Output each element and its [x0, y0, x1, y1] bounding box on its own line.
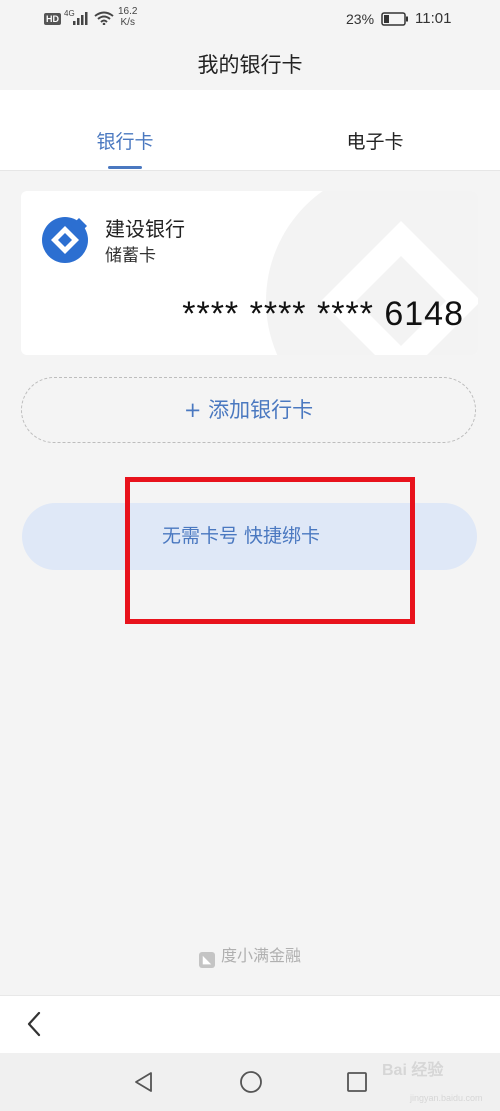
- signal-icon: [73, 12, 88, 25]
- bottom-toolbar: [0, 995, 500, 1054]
- tab-bank-card[interactable]: 银行卡: [55, 90, 195, 170]
- baidu-jingyan-watermark: Bai 经验: [382, 1062, 444, 1079]
- nav-home-icon[interactable]: [239, 1070, 263, 1094]
- footer-brand: ◣ 度小满金融: [0, 942, 500, 968]
- hd-badge: HD: [44, 13, 61, 25]
- card-number: **** **** **** 6148: [182, 295, 464, 333]
- ccb-logo-icon: [42, 217, 88, 263]
- card-type: 储蓄卡: [105, 246, 156, 266]
- nav-recent-apps-icon[interactable]: [346, 1071, 368, 1093]
- page-title: 我的银行卡: [197, 53, 303, 77]
- back-arrow-icon[interactable]: [24, 1010, 44, 1038]
- footer-brand-label: 度小满金融: [220, 946, 301, 965]
- speed-unit: K/s: [120, 17, 135, 28]
- speed-value: 16.2: [118, 6, 138, 17]
- add-bank-card-button[interactable]: + 添加银行卡: [21, 377, 476, 443]
- tab-bar: 银行卡 电子卡: [0, 90, 500, 171]
- battery-icon: [381, 12, 408, 26]
- bank-card[interactable]: 建设银行 储蓄卡 **** **** **** 6148: [21, 191, 478, 355]
- tab-e-card[interactable]: 电子卡: [305, 90, 445, 170]
- status-bar: HD 4G 16.2 K/s 23% 11:01: [0, 0, 500, 40]
- battery-percent: 23%: [346, 11, 375, 27]
- baidu-jingyan-watermark-url: jingyan.baidu.com: [410, 1093, 483, 1103]
- du-xiaoman-logo-icon: ◣: [198, 952, 215, 968]
- network-speed: 16.2 K/s: [118, 6, 137, 28]
- wifi-icon: [94, 11, 114, 25]
- bank-name: 建设银行: [105, 217, 185, 241]
- clock: 11:01: [415, 10, 452, 27]
- active-tab-indicator: [108, 166, 142, 169]
- highlight-annotation-box: [125, 477, 415, 624]
- nav-back-icon[interactable]: [133, 1071, 155, 1093]
